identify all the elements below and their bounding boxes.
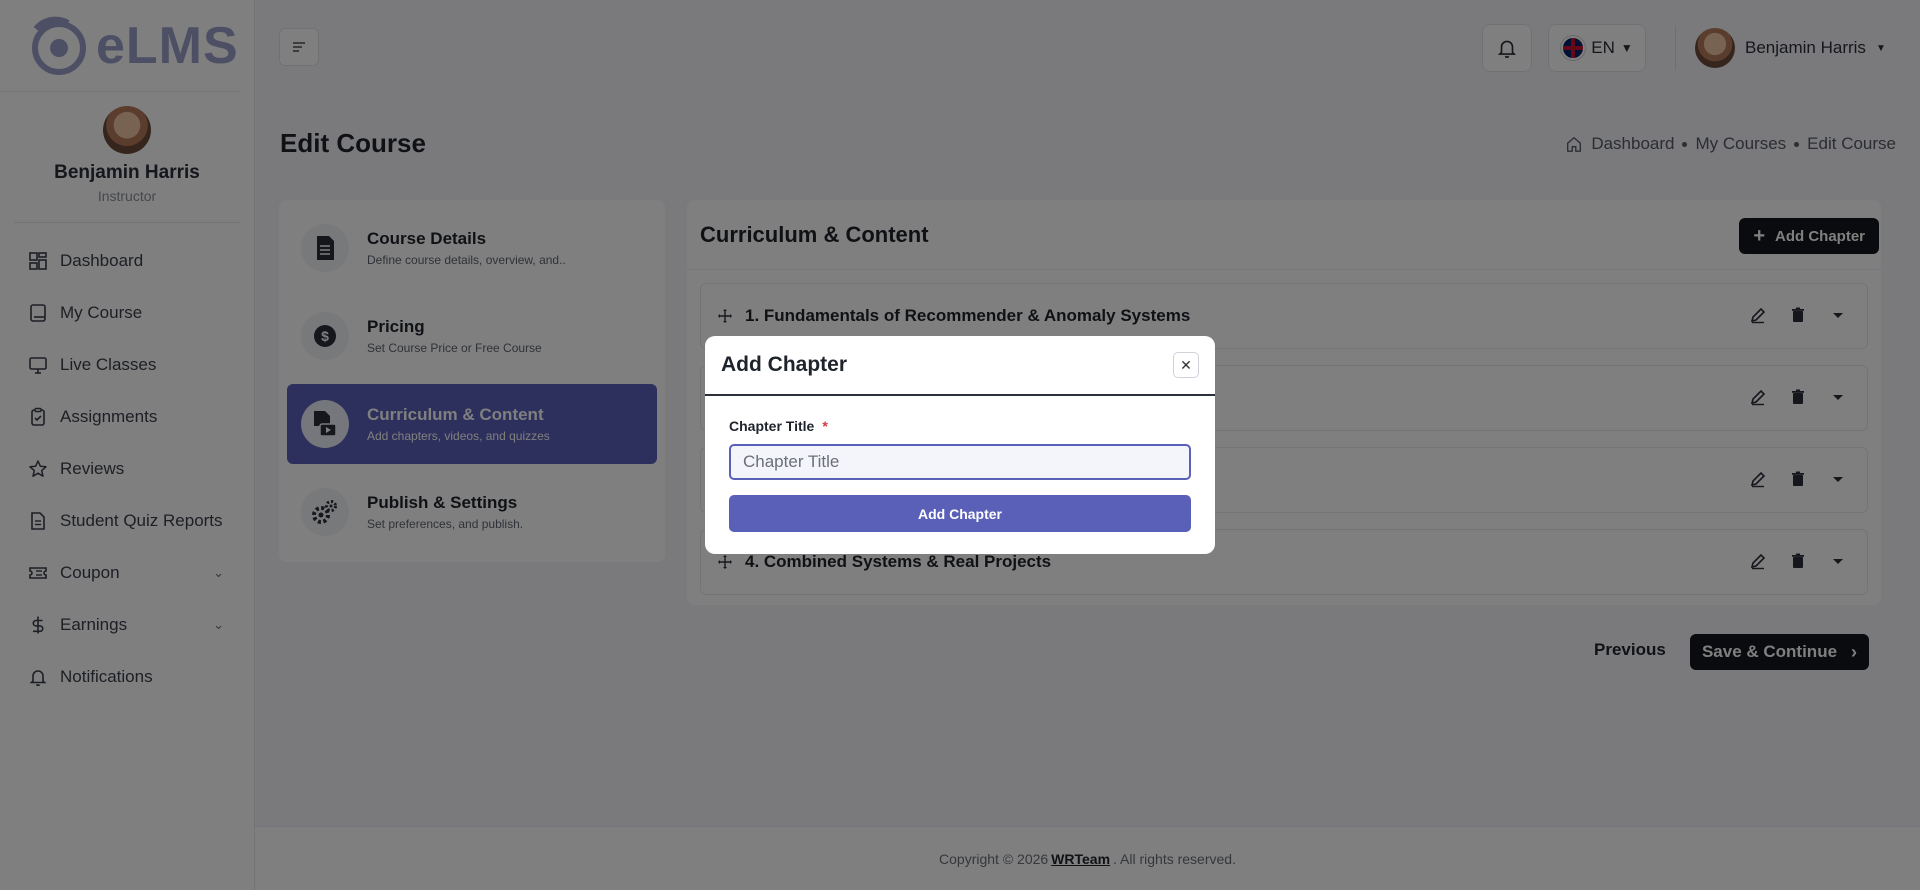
chapter-title-input[interactable] bbox=[729, 444, 1191, 480]
chapter-title-label: Chapter Title * bbox=[729, 418, 828, 434]
required-mark: * bbox=[822, 418, 828, 434]
add-chapter-modal: Add Chapter ✕ Chapter Title * Add Chapter bbox=[705, 336, 1215, 554]
field-label-text: Chapter Title bbox=[729, 418, 815, 434]
modal-header: Add Chapter ✕ bbox=[705, 336, 1215, 396]
modal-body: Chapter Title * Add Chapter bbox=[705, 396, 1215, 532]
close-icon: ✕ bbox=[1180, 356, 1192, 373]
modal-title: Add Chapter bbox=[721, 353, 847, 376]
close-button[interactable]: ✕ bbox=[1173, 352, 1199, 378]
add-chapter-submit-button[interactable]: Add Chapter bbox=[729, 495, 1191, 532]
